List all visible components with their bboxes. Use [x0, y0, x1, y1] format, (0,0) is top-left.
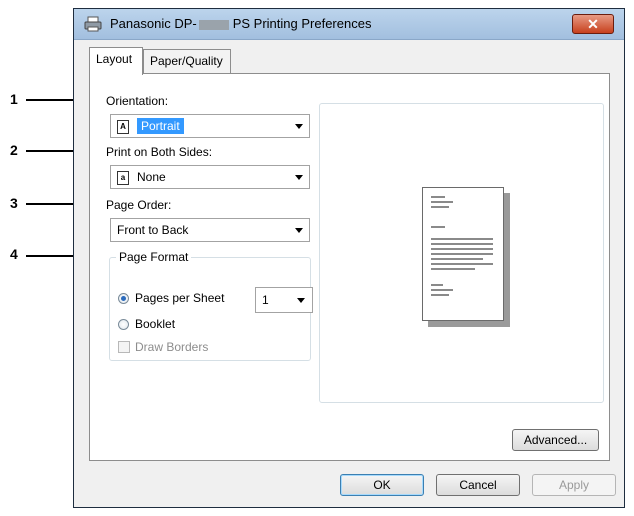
apply-button-label: Apply: [558, 478, 590, 492]
preview-line: [431, 201, 453, 203]
callout-1: 1: [10, 91, 18, 107]
page-order-label: Page Order:: [106, 198, 172, 212]
ok-button[interactable]: OK: [340, 474, 424, 496]
chevron-down-icon: [295, 228, 303, 233]
preview-page: [422, 187, 504, 321]
preview-line: [431, 294, 449, 296]
cancel-button[interactable]: Cancel: [436, 474, 520, 496]
print-both-sides-dropdown[interactable]: a None: [110, 165, 310, 189]
page-order-dropdown[interactable]: Front to Back: [110, 218, 310, 242]
pages-per-sheet-label: Pages per Sheet: [135, 291, 225, 305]
preview-line: [431, 226, 445, 228]
window-title-suffix: PS Printing Preferences: [232, 16, 372, 31]
print-both-sides-label: Print on Both Sides:: [106, 145, 213, 159]
booklet-label: Booklet: [135, 317, 176, 331]
callout-2: 2: [10, 142, 18, 158]
callout-3: 3: [10, 195, 18, 211]
printer-icon: [84, 16, 102, 32]
preview-line: [431, 289, 453, 291]
printing-preferences-dialog: Panasonic DP- PS Printing Preferences ✕ L…: [73, 8, 625, 508]
draw-borders-label: Draw Borders: [135, 340, 209, 354]
chevron-down-icon: [297, 298, 305, 303]
tab-layout-label: Layout: [96, 52, 133, 66]
window-title-prefix: Panasonic DP-: [110, 16, 197, 31]
pages-per-sheet-value: 1: [262, 293, 269, 307]
close-icon: ✕: [587, 16, 599, 32]
window-title: Panasonic DP- PS Printing Preferences: [110, 16, 371, 31]
preview-line: [431, 263, 493, 265]
ok-button-label: OK: [373, 478, 391, 492]
preview-line: [431, 196, 445, 198]
advanced-button[interactable]: Advanced...: [512, 429, 599, 451]
print-both-sides-text: None: [137, 170, 166, 184]
pages-per-sheet-dropdown[interactable]: 1: [255, 287, 313, 313]
orientation-label: Orientation:: [106, 94, 169, 108]
print-both-sides-value: a None: [117, 170, 166, 185]
redacted-model: [198, 19, 229, 30]
preview-line: [431, 206, 449, 208]
preview-line: [431, 253, 493, 255]
preview-line: [431, 243, 493, 245]
preview-line: [431, 248, 493, 250]
close-button[interactable]: ✕: [572, 14, 614, 34]
booklet-radio[interactable]: [118, 319, 129, 330]
title-bar: Panasonic DP- PS Printing Preferences ✕: [74, 9, 624, 40]
draw-borders-checkbox[interactable]: [118, 341, 130, 353]
page-icon: a: [117, 170, 129, 185]
portrait-icon: A: [117, 119, 129, 134]
tab-paper-quality[interactable]: Paper/Quality: [143, 49, 231, 73]
preview-line: [431, 258, 483, 260]
tab-layout[interactable]: Layout: [89, 47, 143, 75]
advanced-button-label: Advanced...: [523, 433, 588, 447]
orientation-value: A Portrait: [117, 118, 184, 134]
tab-paper-quality-label: Paper/Quality: [150, 54, 223, 68]
preview-line: [431, 284, 443, 286]
page-order-value: Front to Back: [117, 223, 189, 237]
page-format-title: Page Format: [116, 250, 192, 264]
callout-4: 4: [10, 246, 18, 262]
chevron-down-icon: [295, 175, 303, 180]
preview-line: [431, 238, 493, 240]
apply-button[interactable]: Apply: [532, 474, 616, 496]
orientation-selected-text: Portrait: [137, 118, 184, 134]
preview-line: [431, 268, 475, 270]
cancel-button-label: Cancel: [459, 478, 497, 492]
chevron-down-icon: [295, 124, 303, 129]
orientation-dropdown[interactable]: A Portrait: [110, 114, 310, 138]
pages-per-sheet-radio[interactable]: [118, 293, 129, 304]
